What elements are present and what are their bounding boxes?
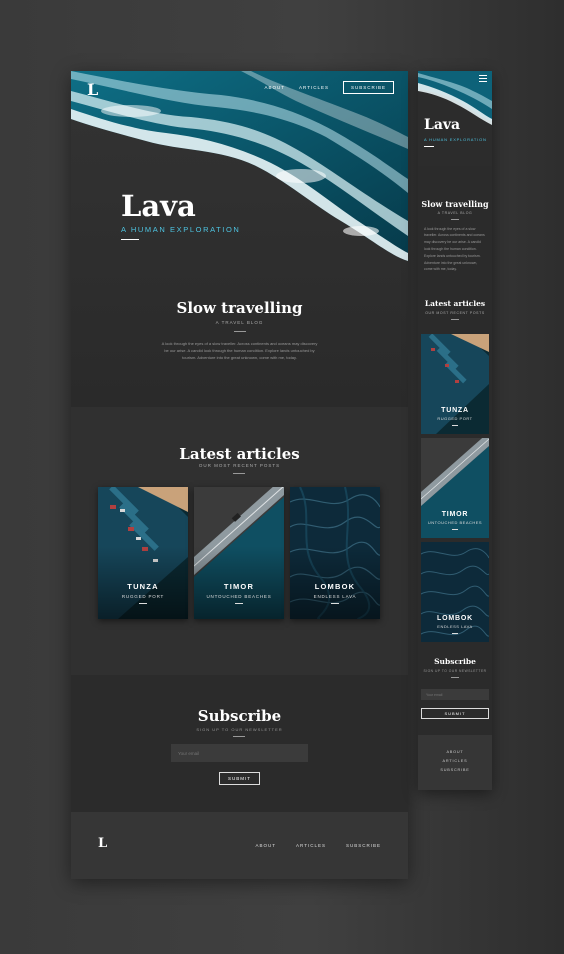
- article-divider: [235, 603, 243, 604]
- articles-divider: [233, 473, 245, 474]
- nav-subscribe-button[interactable]: SUBSCRIBE: [342, 81, 394, 94]
- mobile-email-field[interactable]: [421, 689, 489, 700]
- mobile-article-card-lombok[interactable]: LOMBOK ENDLESS LAVA: [421, 542, 489, 642]
- mobile-intro-section: Slow travelling A TRAVEL BLOG A look thr…: [418, 199, 492, 273]
- article-title: TUNZA: [441, 407, 469, 414]
- article-card-lombok[interactable]: LOMBOK ENDLESS LAVA: [290, 487, 380, 619]
- article-card-tunza[interactable]: TUNZA RUGGED PORT: [98, 487, 188, 619]
- header-logo[interactable]: L: [87, 80, 98, 99]
- articles-heading: Latest articles: [179, 445, 300, 463]
- header-nav: ABOUT ARTICLES SUBSCRIBE: [265, 81, 394, 94]
- mobile-footer-articles-link[interactable]: ARTICLES: [418, 757, 492, 766]
- article-title: LOMBOK: [437, 615, 473, 622]
- lava-texture-image: [290, 487, 380, 619]
- articles-subheading: OUR MOST RECENT POSTS: [198, 463, 281, 468]
- email-field[interactable]: [171, 744, 308, 762]
- article-divider: [452, 633, 458, 634]
- subscribe-heading: Subscribe: [197, 707, 282, 725]
- article-title: LOMBOK: [314, 582, 356, 591]
- footer-articles-link[interactable]: ARTICLES: [296, 843, 326, 848]
- article-title: TIMOR: [223, 582, 255, 591]
- subscribe-section: Subscribe SIGN UP TO OUR NEWSLETTER SUBM…: [71, 675, 408, 812]
- article-subtitle: UNTOUCHED BEACHES: [206, 594, 272, 599]
- mobile-hero-tagline: A HUMAN EXPLORATION: [424, 137, 487, 142]
- article-divider: [331, 603, 339, 604]
- hero-divider: [121, 239, 139, 240]
- article-subtitle: ENDLESS LAVA: [437, 624, 473, 629]
- mobile-subscribe-divider: [451, 677, 459, 678]
- article-card-timor[interactable]: TIMOR UNTOUCHED BEACHES: [194, 487, 284, 619]
- mobile-articles-subheading: OUR MOST RECENT POSTS: [425, 311, 485, 315]
- footer: L ABOUT ARTICLES SUBSCRIBE: [71, 812, 408, 879]
- intro-section: Slow travelling A TRAVEL BLOG A look thr…: [71, 299, 408, 361]
- mobile-articles-divider: [451, 319, 459, 320]
- article-subtitle: ENDLESS LAVA: [313, 594, 357, 599]
- hero-section: L ABOUT ARTICLES SUBSCRIBE Lava A HUMAN …: [71, 71, 408, 407]
- subscribe-divider: [233, 736, 245, 737]
- mobile-intro-subheading: A TRAVEL BLOG: [437, 211, 473, 215]
- article-divider: [452, 529, 458, 530]
- mobile-submit-button[interactable]: SUBMIT: [421, 708, 489, 719]
- footer-logo[interactable]: L: [98, 836, 107, 851]
- nav-about-link[interactable]: ABOUT: [265, 85, 286, 90]
- article-subtitle: RUGGED PORT: [121, 594, 165, 599]
- article-subtitle: UNTOUCHED BEACHES: [427, 520, 483, 525]
- port-aerial-image: [98, 487, 188, 619]
- mobile-footer-subscribe-link[interactable]: SUBSCRIBE: [418, 766, 492, 775]
- mobile-intro-divider: [451, 219, 459, 220]
- subscribe-subheading: SIGN UP TO OUR NEWSLETTER: [196, 727, 283, 732]
- nav-articles-link[interactable]: ARTICLES: [299, 85, 329, 90]
- mobile-subscribe-heading: Subscribe: [434, 657, 476, 666]
- mobile-article-card-tunza[interactable]: TUNZA RUGGED PORT: [421, 334, 489, 434]
- intro-body: A look through the eyes of a slow travel…: [161, 340, 318, 360]
- submit-button[interactable]: SUBMIT: [219, 772, 260, 785]
- mobile-intro-body: A look through the eyes of a slow travel…: [424, 226, 485, 272]
- mobile-articles-heading: Latest articles: [424, 299, 486, 308]
- article-divider: [139, 603, 147, 604]
- mobile-footer: ABOUT ARTICLES SUBSCRIBE: [418, 735, 492, 790]
- mobile-hero-divider: [424, 146, 434, 147]
- intro-subheading: A TRAVEL BLOG: [215, 320, 264, 325]
- article-title: TUNZA: [127, 582, 159, 591]
- mobile-hero-title: Lava: [424, 117, 461, 133]
- articles-section: Latest articles OUR MOST RECENT POSTS TU…: [71, 407, 408, 675]
- mobile-article-card-timor[interactable]: TIMOR UNTOUCHED BEACHES: [421, 438, 489, 538]
- footer-nav: ABOUT ARTICLES SUBSCRIBE: [256, 843, 381, 848]
- intro-divider: [233, 331, 246, 332]
- mobile-mockup: Lava A HUMAN EXPLORATION Slow travelling…: [418, 71, 492, 790]
- hero-title: Lava: [121, 189, 196, 223]
- hero-tagline: A HUMAN EXPLORATION: [121, 225, 241, 234]
- mobile-intro-heading: Slow travelling: [421, 199, 489, 209]
- mobile-subscribe-subheading: SIGN UP TO OUR NEWSLETTER: [423, 669, 487, 673]
- intro-heading: Slow travelling: [176, 299, 303, 317]
- article-divider: [452, 425, 458, 426]
- mobile-articles-header: Latest articles OUR MOST RECENT POSTS: [418, 299, 492, 320]
- mobile-subscribe-section: Subscribe SIGN UP TO OUR NEWSLETTER: [418, 657, 492, 678]
- bridge-aerial-image: [194, 487, 284, 619]
- desktop-mockup: L ABOUT ARTICLES SUBSCRIBE Lava A HUMAN …: [71, 71, 408, 879]
- mobile-footer-about-link[interactable]: ABOUT: [418, 748, 492, 757]
- mobile-hero: Lava A HUMAN EXPLORATION: [418, 71, 492, 166]
- hamburger-menu-icon[interactable]: [479, 75, 487, 83]
- footer-about-link[interactable]: ABOUT: [256, 843, 277, 848]
- article-card-list: TUNZA RUGGED PORT TIMOR UNTOUCHED BEACHE…: [98, 487, 380, 619]
- article-subtitle: RUGGED PORT: [437, 416, 473, 421]
- article-title: TIMOR: [441, 511, 469, 518]
- footer-subscribe-link[interactable]: SUBSCRIBE: [346, 843, 381, 848]
